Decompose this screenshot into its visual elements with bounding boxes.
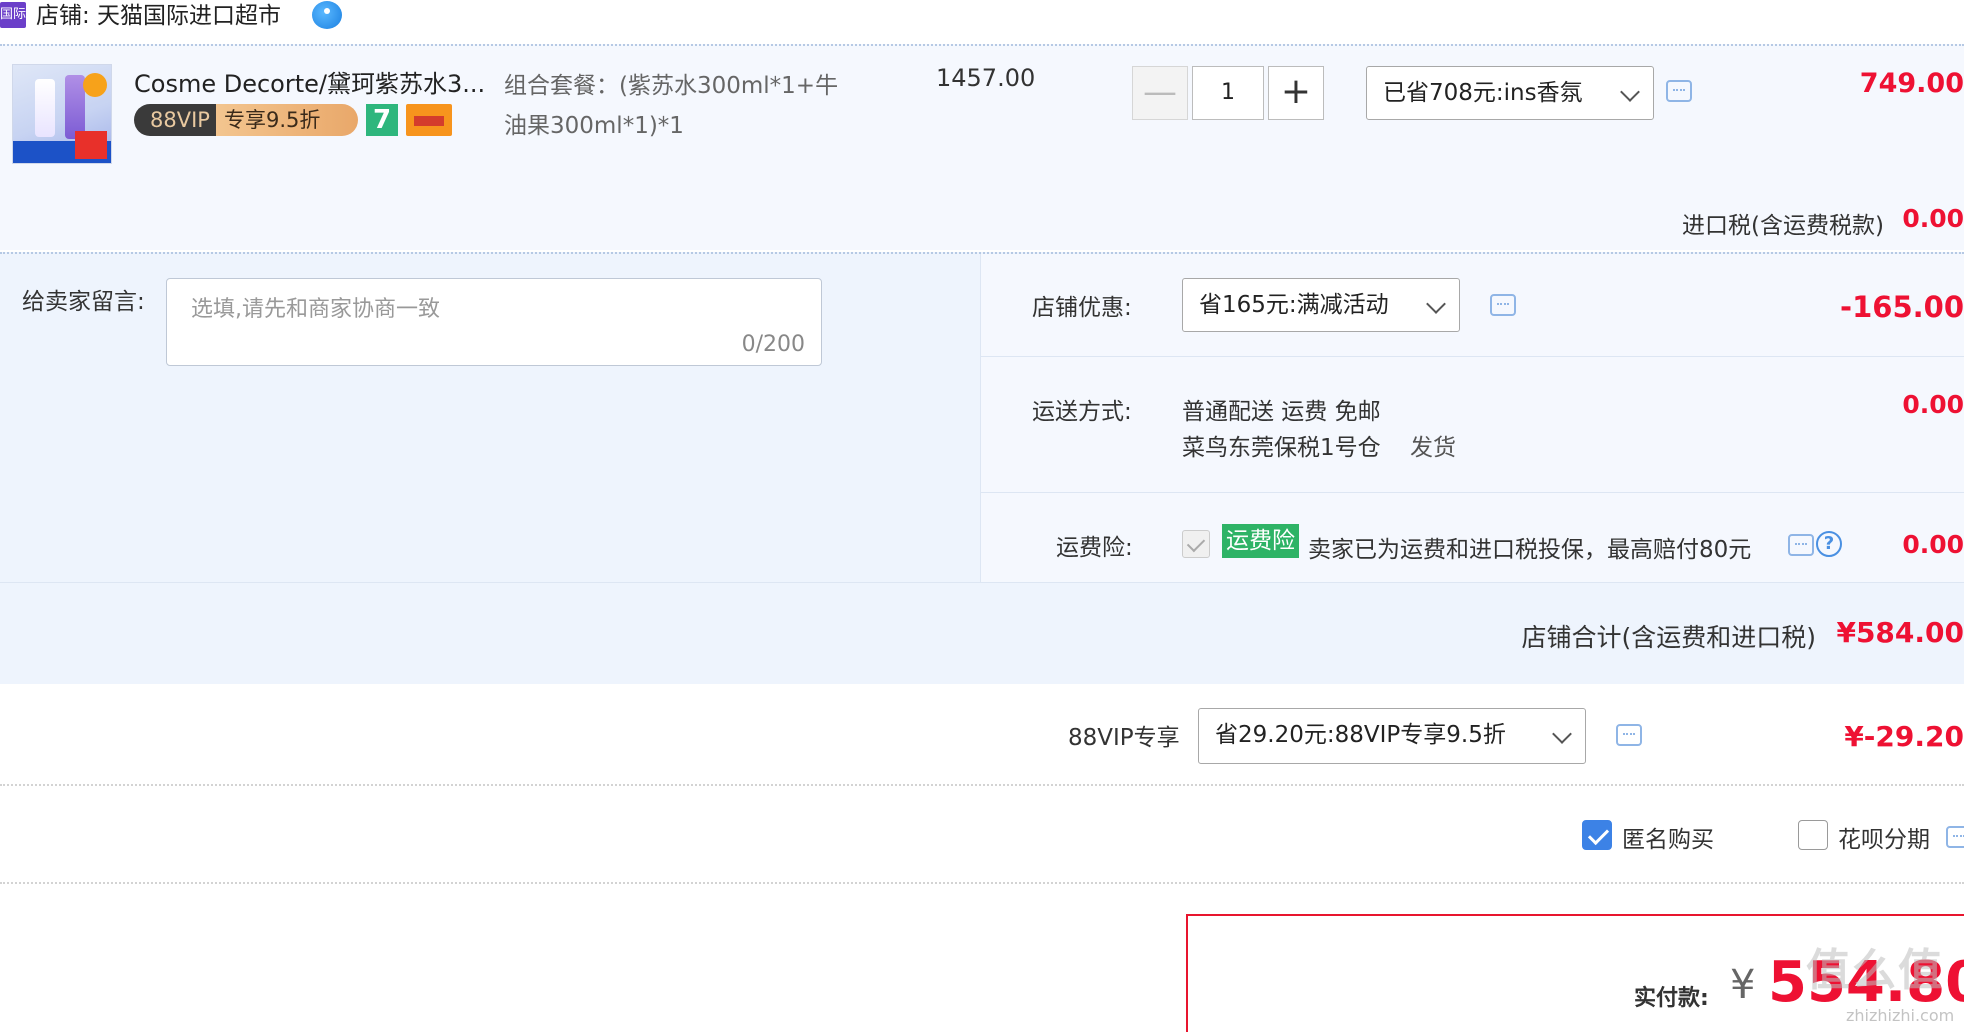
shop-discount-select-value: 省165元:满减活动 [1199, 292, 1389, 318]
shipping-dispatch: 发货 [1410, 435, 1456, 461]
item-promo-select[interactable]: 已省708元:ins香氛 [1366, 66, 1654, 120]
import-tax-value: 0.00 [1902, 204, 1964, 233]
chevron-down-icon [1620, 82, 1640, 102]
item-promo-select-value: 已省708元:ins香氛 [1383, 80, 1583, 106]
vip-discount-select[interactable]: 省29.20元:88VIP专享9.5折 [1198, 708, 1586, 764]
import-tax-label: 进口税(含运费税款) [1682, 213, 1884, 239]
combo-line-2: 油果300ml*1)*1 [504, 113, 684, 139]
seller-message-input[interactable]: 选填,请先和商家协商一致 0/200 [166, 278, 822, 366]
divider [0, 784, 1964, 786]
message-icon[interactable] [1616, 724, 1642, 746]
payment-label: 实付款: [1634, 986, 1709, 1011]
shipping-insurance-value: 0.00 [1902, 530, 1964, 559]
combo-line-1: 组合套餐：(紫苏水300ml*1+牛 [504, 73, 839, 99]
shop-total-label: 店铺合计(含运费和进口税) [1521, 623, 1816, 652]
shop-total-value: ¥584.00 [1836, 616, 1964, 649]
message-icon[interactable] [1946, 826, 1964, 848]
huabei-installment-checkbox[interactable] [1798, 820, 1828, 850]
quantity-decrease-button[interactable]: — [1132, 66, 1188, 120]
divider [980, 356, 1964, 357]
anonymous-purchase-label[interactable]: 匿名购买 [1622, 820, 1714, 854]
vip-badge-label: 88VIP [134, 104, 216, 136]
tmall-global-icon: 国际 [0, 2, 26, 28]
shipping-insurance-checkbox [1182, 530, 1210, 558]
shipping-warehouse: 菜鸟东莞保税1号仓 [1182, 435, 1381, 461]
combo-package-info: 组合套餐：(紫苏水300ml*1+牛 油果300ml*1)*1 [504, 66, 874, 146]
seller-message-placeholder: 选填,请先和商家协商一致 [191, 297, 440, 322]
shipping-insurance-tag: 运费险 [1222, 524, 1299, 558]
message-icon[interactable] [1788, 534, 1814, 556]
vip-discount-select-value: 省29.20元:88VIP专享9.5折 [1215, 722, 1506, 748]
message-icon[interactable] [1666, 80, 1692, 102]
vip-discount-badge: 88VIP 专享9.5折 [134, 104, 358, 136]
unit-price: 1457.00 [936, 64, 1036, 92]
shop-discount-label: 店铺优惠: [1032, 295, 1132, 321]
vip-discount-value: ¥-29.20 [1844, 720, 1964, 753]
item-subtotal: 749.00 [1859, 68, 1964, 99]
chevron-down-icon [1426, 294, 1446, 314]
product-thumbnail[interactable] [12, 64, 112, 164]
help-icon[interactable]: ? [1816, 531, 1842, 557]
shipping-label: 运送方式: [1032, 399, 1132, 425]
seller-message-label: 给卖家留言: [22, 289, 145, 315]
shipping-insurance-label: 运费险: [1056, 535, 1133, 561]
vip-badge-discount: 专享9.5折 [215, 104, 358, 136]
shop-discount-value: -165.00 [1840, 290, 1964, 324]
divider [0, 582, 1964, 583]
anonymous-purchase-checkbox[interactable] [1582, 820, 1612, 850]
seller-message-counter: 0/200 [741, 332, 805, 357]
credit-card-icon [406, 104, 452, 136]
seven-day-return-icon: 7 [366, 104, 398, 136]
watermark: 值么值 [1806, 945, 1944, 996]
shop-name[interactable]: 店铺: 天猫国际进口超市 [36, 0, 281, 32]
chevron-down-icon [1552, 724, 1572, 744]
shop-header: 国际 店铺: 天猫国际进口超市 [0, 0, 1964, 38]
shipping-method: 普通配送 运费 免邮 [1182, 399, 1381, 425]
divider [980, 492, 1964, 493]
wangwang-chat-icon[interactable] [312, 1, 342, 29]
message-icon[interactable] [1490, 294, 1516, 316]
divider [0, 882, 1964, 884]
quantity-increase-button[interactable]: + [1268, 66, 1324, 120]
quantity-input[interactable]: 1 [1192, 66, 1264, 120]
shop-discount-select[interactable]: 省165元:满减活动 [1182, 278, 1460, 332]
shipping-insurance-text: 卖家已为运费和进口税投保，最高赔付80元 [1308, 537, 1752, 563]
product-title[interactable]: Cosme Decorte/黛珂紫苏水3... [134, 64, 494, 99]
shipping-value: 0.00 [1902, 390, 1964, 419]
vip-exclusive-label: 88VIP专享 [1068, 725, 1180, 751]
huabei-installment-label[interactable]: 花呗分期 [1838, 820, 1930, 854]
watermark-url: zhizhizhi.com [1846, 1006, 1955, 1025]
payment-currency: ¥ [1730, 962, 1756, 1008]
